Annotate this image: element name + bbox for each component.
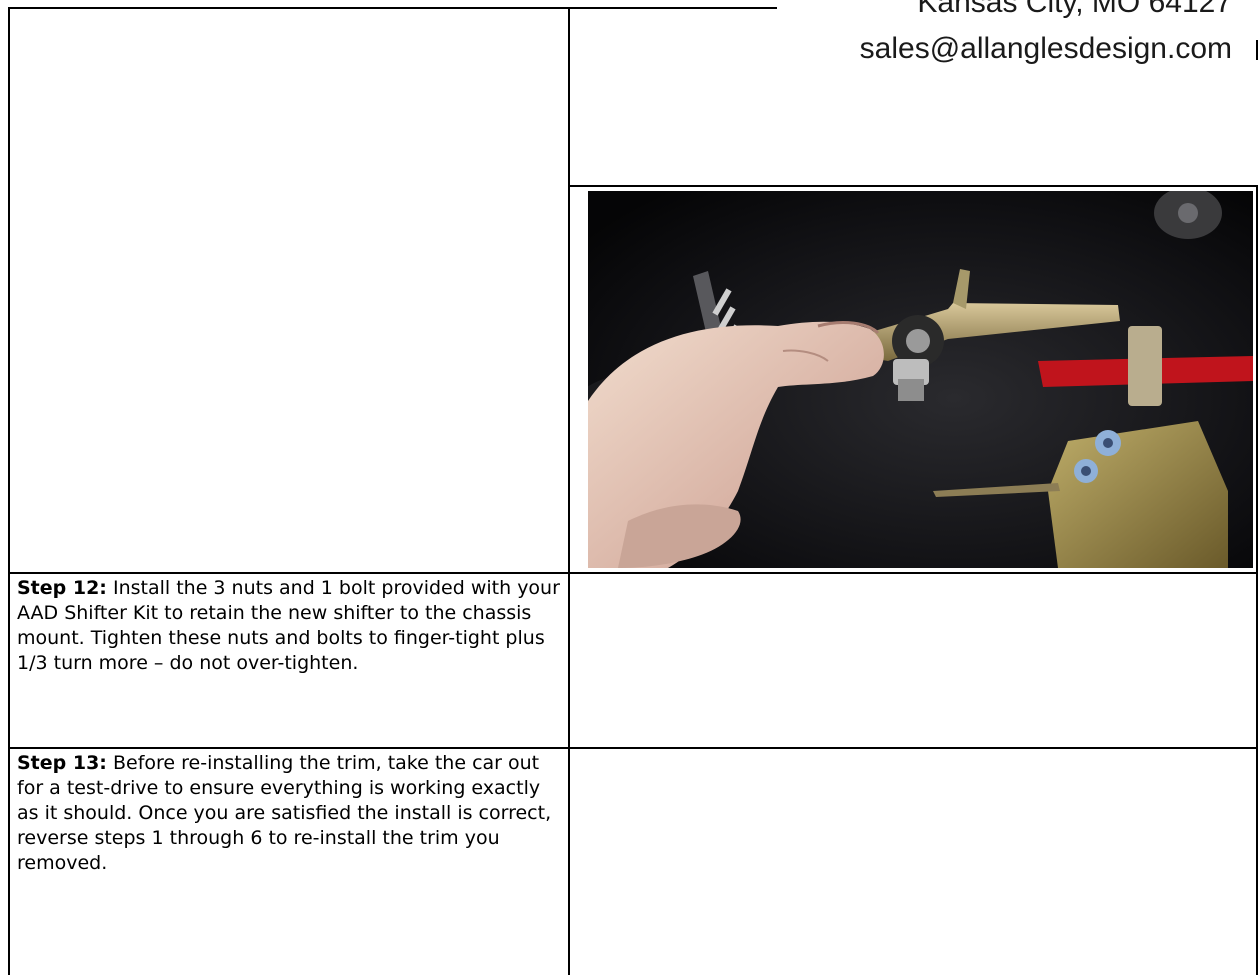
row-divider-step12 — [8, 747, 1258, 749]
step-13-label: Step 13: — [17, 752, 107, 774]
company-email: sales@allanglesdesign.com — [859, 32, 1232, 65]
step-13-description: Step 13: Before re-installing the trim, … — [17, 751, 567, 876]
table-middle-divider — [568, 7, 570, 975]
table-right-border-lower — [1256, 185, 1258, 975]
company-address: Kansas City, MO 64127 — [917, 0, 1232, 19]
step-12-description: Step 12: Install the 3 nuts and 1 bolt p… — [17, 576, 567, 676]
installation-photo — [588, 191, 1253, 568]
row-divider-header — [568, 185, 1258, 187]
table-left-border — [8, 7, 10, 975]
step-12-label: Step 12: — [17, 577, 107, 599]
table-top-border — [8, 7, 777, 9]
table-right-border-tick — [1256, 40, 1258, 60]
row-divider-photo — [8, 572, 1258, 574]
